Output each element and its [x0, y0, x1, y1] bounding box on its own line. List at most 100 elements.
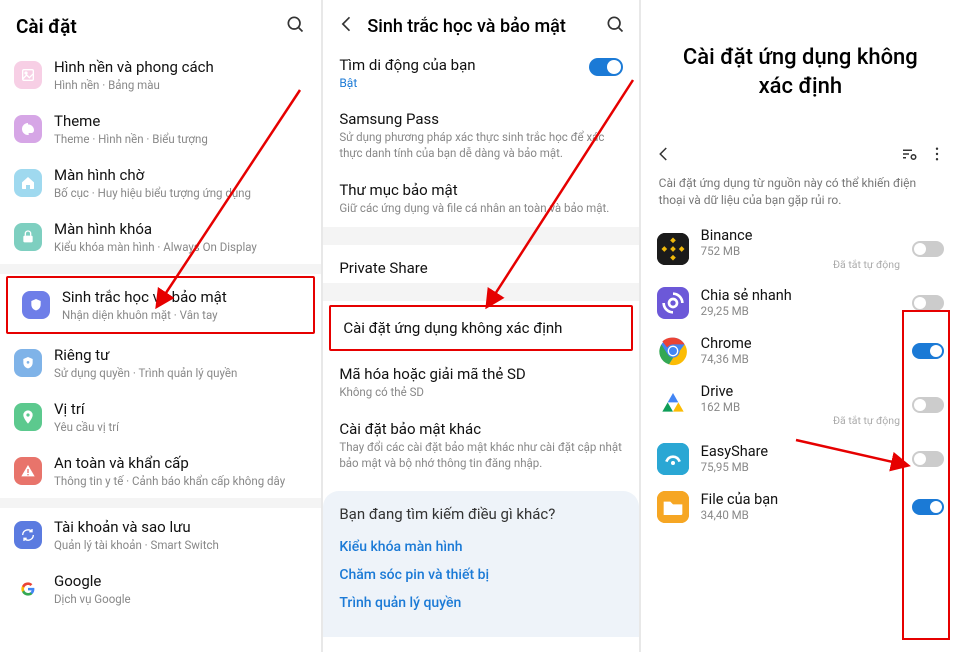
app-icon [657, 389, 689, 421]
divider [0, 264, 321, 274]
panel-settings: Cài đặt Hình nền và phong cách Hình nền ·… [0, 0, 321, 652]
sort-icon[interactable] [900, 145, 918, 167]
app-toggle[interactable] [912, 295, 944, 311]
toggle-on[interactable] [589, 58, 623, 76]
search-icon[interactable] [605, 14, 625, 38]
more-icon[interactable] [928, 145, 946, 167]
app-icon [657, 443, 689, 475]
row-title: An toàn và khẩn cấp [54, 454, 285, 472]
item-sub: Sử dụng phương pháp xác thực sinh trắc h… [339, 130, 622, 161]
row-sub: Quản lý tài khoản · Smart Switch [54, 538, 219, 552]
app-size: 74,36 MB [701, 352, 900, 366]
item-title: Mã hóa hoặc giải mã thẻ SD [339, 365, 622, 383]
item-find-my-mobile[interactable]: Tìm di động của bạn Bật [323, 46, 638, 100]
settings-row-2[interactable]: Màn hình chờBố cục · Huy hiệu biểu tượng… [0, 156, 321, 210]
settings-row-7[interactable]: An toàn và khẩn cấp Thông tin y tế · Cảnh… [0, 444, 321, 498]
suggestion-link[interactable]: Chăm sóc pin và thiết bị [339, 561, 622, 589]
highlight-box [902, 310, 950, 640]
app-name: Chrome [701, 335, 900, 352]
row-sub: Kiểu khóa màn hình · Always On Display [54, 240, 257, 254]
item-title: Tìm di động của bạn [339, 56, 622, 74]
app-row[interactable]: Binance752 MBĐã tắt tự động [641, 219, 960, 279]
item-sub: Không có thẻ SD [339, 385, 622, 401]
row-title: Sinh trắc học và bảo mật [62, 288, 227, 306]
row-title: Hình nền và phong cách [54, 58, 214, 76]
row-title: Màn hình khóa [54, 220, 257, 238]
row-title: Theme [54, 112, 208, 130]
item-title: Cài đặt ứng dụng không xác định [343, 319, 618, 337]
settings-list: Hình nền và phong cách Hình nền · Bảng mà… [0, 44, 321, 616]
page-title: Sinh trắc học và bảo mật [367, 16, 594, 37]
app-name: Chia sẻ nhanh [701, 287, 900, 304]
item-unknown-apps[interactable]: Cài đặt ứng dụng không xác định [329, 305, 632, 351]
row-title: Vị trí [54, 400, 119, 418]
lock-icon [14, 223, 42, 251]
shield-icon [22, 291, 50, 319]
item-title: Samsung Pass [339, 110, 622, 128]
settings-row-4[interactable]: Sinh trắc học và bảo mậtNhận diện khuôn … [6, 276, 315, 334]
divider [323, 227, 638, 245]
item-other-security[interactable]: Cài đặt bảo mật khác Thay đổi các cài đặ… [323, 410, 638, 481]
warning-text: Cài đặt ứng dụng từ nguồn này có thể khi… [641, 175, 960, 219]
row-title: Riêng tư [54, 346, 237, 364]
item-title: Cài đặt bảo mật khác [339, 420, 622, 438]
app-size: 752 MB [701, 244, 900, 258]
row-sub: Hình nền · Bảng màu [54, 78, 214, 92]
back-icon[interactable] [655, 145, 673, 167]
app-name: File của bạn [701, 491, 900, 508]
settings-row-9[interactable]: Google Dịch vụ Google [0, 562, 321, 616]
settings-row-0[interactable]: Hình nền và phong cách Hình nền · Bảng mà… [0, 48, 321, 102]
item-samsung-pass[interactable]: Samsung Pass Sử dụng phương pháp xác thự… [323, 100, 638, 171]
privacy-icon [14, 349, 42, 377]
app-name: EasyShare [701, 443, 900, 460]
suggestion-link[interactable]: Trình quản lý quyền [339, 589, 622, 617]
back-icon[interactable] [337, 14, 357, 38]
panel-biometrics: Sinh trắc học và bảo mật Tìm di động của… [323, 0, 638, 652]
app-toggle[interactable] [912, 241, 944, 257]
panel-unknown-apps: Cài đặt ứng dụng không xác định Cài đặt … [641, 0, 960, 652]
app-name: Binance [701, 227, 900, 244]
search-icon[interactable] [285, 14, 305, 38]
app-icon [657, 287, 689, 319]
sync-icon [14, 521, 42, 549]
settings-row-3[interactable]: Màn hình khóa Kiểu khóa màn hình · Always… [0, 210, 321, 264]
item-sub: Giữ các ứng dụng và file cá nhân an toàn… [339, 201, 622, 217]
item-secure-folder[interactable]: Thư mục bảo mật Giữ các ứng dụng và file… [323, 171, 638, 227]
alert-icon [14, 457, 42, 485]
item-state: Bật [339, 76, 622, 90]
image-icon [14, 61, 42, 89]
pin-icon [14, 403, 42, 431]
app-size: 75,95 MB [701, 460, 900, 474]
settings-row-1[interactable]: ThemeTheme · Hình nền · Biểu tượng [0, 102, 321, 156]
row-title: Google [54, 572, 131, 590]
suggestion-link[interactable]: Kiểu khóa màn hình [339, 533, 622, 561]
item-sub: Thay đổi các cài đặt bảo mật khác như cà… [339, 440, 622, 471]
app-size: 34,40 MB [701, 508, 900, 522]
app-size: 162 MB [701, 400, 900, 414]
row-sub: Bố cục · Huy hiệu biểu tượng ứng dụng [54, 186, 251, 200]
google-icon [14, 575, 42, 603]
app-icon [657, 335, 689, 367]
row-sub: Dịch vụ Google [54, 592, 131, 606]
auto-off-label: Đã tắt tự động [701, 414, 900, 427]
divider [323, 283, 638, 301]
app-icon [657, 491, 689, 523]
settings-row-6[interactable]: Vị trí Yêu cầu vị trí [0, 390, 321, 444]
item-sd-encrypt[interactable]: Mã hóa hoặc giải mã thẻ SD Không có thẻ … [323, 355, 638, 411]
suggestions-title: Bạn đang tìm kiếm điều gì khác? [339, 505, 622, 523]
app-name: Drive [701, 383, 900, 400]
item-private-share[interactable]: Private Share [323, 245, 638, 283]
settings-row-8[interactable]: Tài khoản và sao lưu Quản lý tài khoản · … [0, 508, 321, 562]
row-sub: Yêu cầu vị trí [54, 420, 119, 434]
palette-icon [14, 115, 42, 143]
home-icon [14, 169, 42, 197]
row-title: Tài khoản và sao lưu [54, 518, 219, 536]
suggestions-box: Bạn đang tìm kiếm điều gì khác? Kiểu khó… [323, 491, 638, 637]
app-icon [657, 233, 689, 265]
row-sub: Thông tin y tế · Cảnh báo khẩn cấp không… [54, 474, 285, 488]
item-title: Thư mục bảo mật [339, 181, 622, 199]
page-title: Cài đặt ứng dụng không xác định [641, 0, 960, 141]
settings-row-5[interactable]: Riêng tưSử dụng quyền · Trình quản lý qu… [0, 336, 321, 390]
page-title: Cài đặt [16, 15, 77, 38]
auto-off-label: Đã tắt tự động [701, 258, 900, 271]
